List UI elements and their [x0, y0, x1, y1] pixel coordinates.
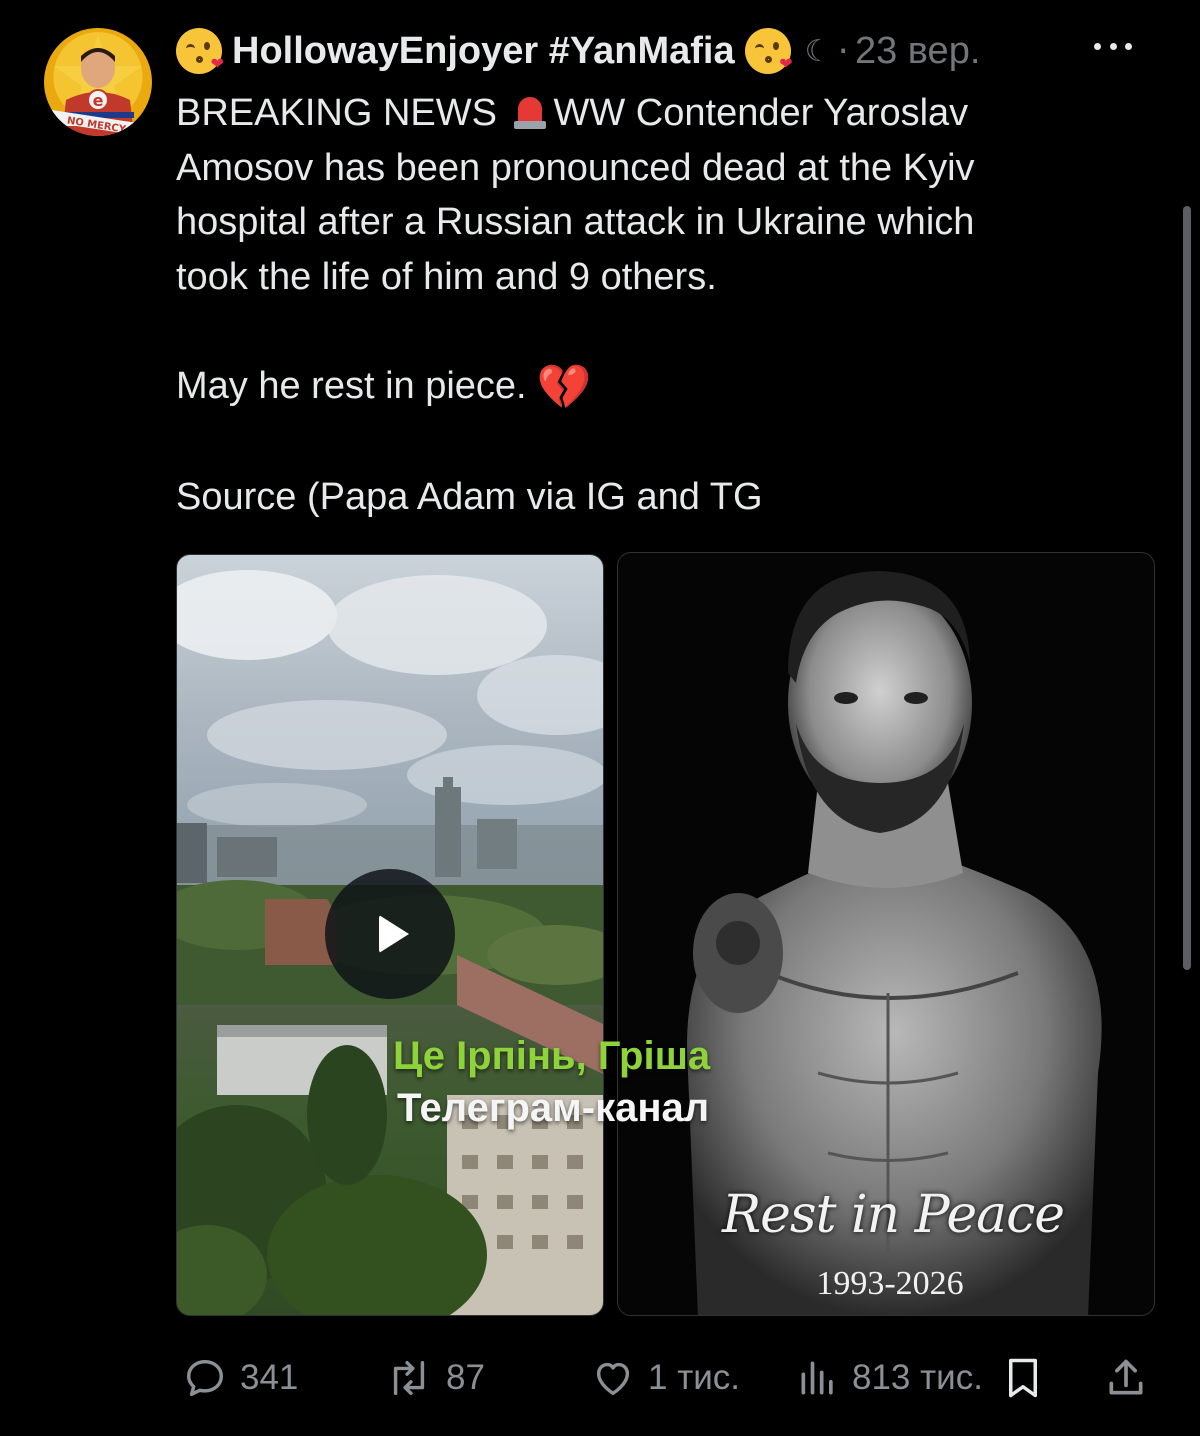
post-text-line: took the life of him and 9 others. — [176, 255, 717, 298]
repost-count: 87 — [446, 1358, 485, 1397]
play-icon — [379, 915, 409, 953]
reply-icon — [186, 1359, 224, 1397]
moon-icon: ☾ — [804, 33, 832, 69]
post-text-line: Amosov has been pronounced dead at the K… — [176, 146, 975, 189]
play-button[interactable] — [325, 869, 455, 999]
post-timestamp[interactable]: 23 вер. — [855, 30, 980, 73]
more-options-button[interactable] — [1090, 30, 1136, 62]
post-text-line: hospital after a Russian attack in Ukrai… — [176, 201, 975, 243]
watermark-channel-name: Це Ірпінь, Гріша — [393, 1034, 711, 1078]
post-text: BREAKING NEWS WW Contender Yaroslav Amos… — [176, 86, 1096, 524]
share-button[interactable] — [1104, 1350, 1148, 1406]
separator-dot: · — [837, 30, 849, 72]
post-text-segment: May he rest in piece. — [176, 364, 527, 407]
share-icon — [1109, 1359, 1143, 1395]
views-count: 813 тис. — [852, 1358, 983, 1397]
more-dot-icon — [1109, 42, 1117, 50]
like-count: 1 тис. — [648, 1358, 740, 1397]
watermark-channel-type: Телеграм-канал — [397, 1086, 710, 1130]
display-name[interactable]: HollowayEnjoyer #YanMafia — [232, 30, 735, 73]
views-icon — [801, 1361, 833, 1395]
post-text-line: BREAKING NEWS WW Contender Yaroslav — [176, 86, 1096, 141]
bookmark-icon — [1009, 1358, 1037, 1398]
post-text-line: May he rest in piece. 💔 — [176, 359, 1096, 416]
bookmark-button[interactable] — [1002, 1350, 1044, 1406]
memorial-years: 1993-2026 — [816, 1265, 964, 1302]
repost-icon — [393, 1360, 425, 1396]
post-header: HollowayEnjoyer #YanMafia ☾ · 23 вер. — [176, 26, 980, 76]
police-light-icon — [512, 91, 548, 131]
reply-button[interactable]: 341 — [182, 1350, 298, 1406]
kissing-heart-emoji-icon — [744, 28, 793, 74]
broken-heart-icon: 💔 — [536, 362, 592, 412]
kissing-heart-emoji-icon — [176, 28, 224, 74]
scrollbar[interactable] — [1183, 206, 1191, 970]
action-bar: 341 87 1 тис. 813 тис. — [0, 1350, 1200, 1406]
post-text-segment: WW Contender Yaroslav — [553, 92, 969, 134]
video-thumbnail[interactable] — [176, 554, 604, 1316]
avatar[interactable]: e NO MERCY — [44, 28, 152, 136]
more-dot-icon — [1094, 42, 1101, 50]
reply-count: 341 — [240, 1358, 299, 1397]
tweet: e NO MERCY HollowayEnjoyer #YanMafia ☾ ·… — [0, 0, 1200, 1436]
video-watermark: Це Ірпінь, Гріша Телеграм-канал — [393, 1030, 710, 1134]
views-button[interactable]: 813 тис. — [796, 1350, 983, 1406]
post-text-line: Source (Papa Adam via IG and TG — [176, 475, 763, 518]
like-button[interactable]: 1 тис. — [590, 1350, 740, 1406]
avatar-badge-letter: e — [93, 91, 104, 110]
memorial-title: Rest in Peace — [721, 1185, 1065, 1245]
heart-icon — [596, 1362, 630, 1396]
memorial-image[interactable]: Rest in Peace 1993-2026 — [617, 552, 1155, 1316]
more-dot-icon — [1125, 42, 1132, 50]
post-text-segment: BREAKING NEWS — [176, 92, 497, 134]
repost-button[interactable]: 87 — [384, 1350, 485, 1406]
